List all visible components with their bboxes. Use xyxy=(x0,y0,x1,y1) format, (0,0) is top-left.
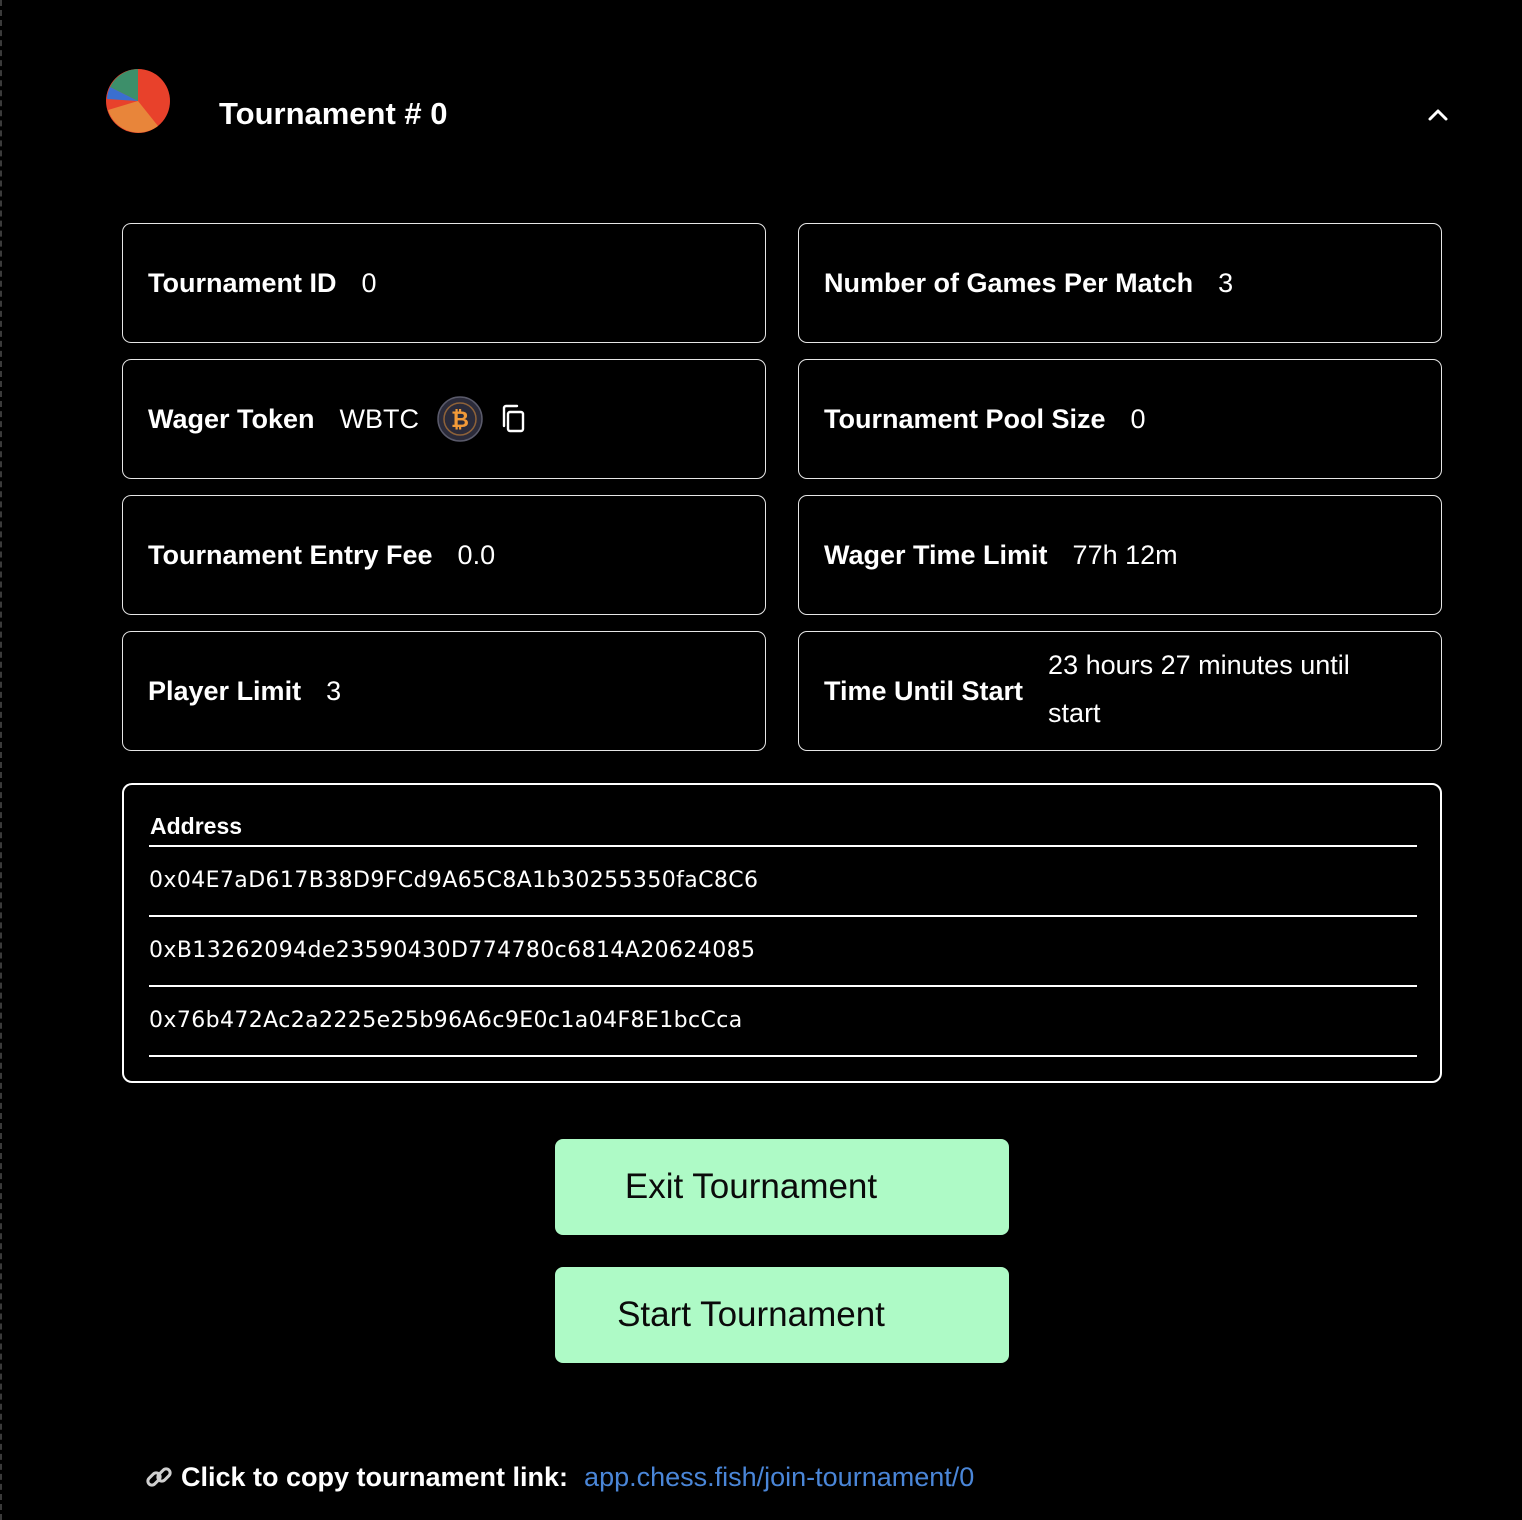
time-until-start-card: Time Until Start 23 hours 27 minutes unt… xyxy=(798,631,1442,751)
page-title: Tournament # 0 xyxy=(219,96,448,131)
pool-size-card: Tournament Pool Size 0 xyxy=(798,359,1442,479)
start-tournament-button[interactable]: Start Tournament xyxy=(555,1267,1009,1363)
copy-icon[interactable] xyxy=(499,404,527,434)
wager-token-label: Wager Token xyxy=(148,403,315,434)
start-tournament-label: Start Tournament xyxy=(617,1295,885,1334)
link-icon xyxy=(146,1467,172,1487)
pool-size-label: Tournament Pool Size xyxy=(824,403,1106,434)
entry-fee-value: 0.0 xyxy=(457,539,496,570)
tournament-id-label: Tournament ID xyxy=(148,267,337,298)
exit-tournament-label: Exit Tournament xyxy=(624,1167,878,1206)
address-column-header: Address xyxy=(150,813,243,839)
tournament-header[interactable]: Tournament # 0 xyxy=(0,0,1522,200)
bitcoin-icon: ₿ xyxy=(437,396,483,442)
players-table: Address 0x04E7aD617B38D9FCd9A65C8A1b3025… xyxy=(122,783,1442,1083)
table-row: 0xB13262094de23590430D774780c6814A206240… xyxy=(149,917,1417,987)
chevron-up-icon[interactable] xyxy=(1420,98,1456,132)
player-limit-value: 3 xyxy=(326,675,342,706)
wager-time-limit-label: Wager Time Limit xyxy=(824,539,1048,570)
player-address: 0xB13262094de23590430D774780c6814A206240… xyxy=(149,938,756,963)
exit-tournament-button[interactable]: Exit Tournament xyxy=(555,1139,1009,1235)
left-border xyxy=(0,0,2,1520)
time-until-start-label: Time Until Start xyxy=(824,675,1024,706)
tournament-link[interactable]: app.chess.fish/join-tournament/0 xyxy=(584,1462,974,1493)
table-row: 0x76b472Ac2a2225e25b96A6c9E0c1a04F8E1bcC… xyxy=(149,987,1417,1057)
tournament-id-card: Tournament ID 0 xyxy=(122,223,766,343)
pool-size-value: 0 xyxy=(1130,403,1146,434)
table-row: 0x04E7aD617B38D9FCd9A65C8A1b30255350faC8… xyxy=(149,847,1417,917)
wager-token-card: Wager Token WBTC ₿ xyxy=(122,359,766,479)
games-per-match-label: Number of Games Per Match xyxy=(824,267,1194,298)
entry-fee-label: Tournament Entry Fee xyxy=(148,539,433,570)
wager-time-limit-value: 77h 12m xyxy=(1072,539,1178,570)
svg-text:₿: ₿ xyxy=(451,408,469,433)
player-address: 0x76b472Ac2a2225e25b96A6c9E0c1a04F8E1bcC… xyxy=(149,1008,743,1033)
games-per-match-value: 3 xyxy=(1218,267,1234,298)
games-per-match-card: Number of Games Per Match 3 xyxy=(798,223,1442,343)
player-address: 0x04E7aD617B38D9FCd9A65C8A1b30255350faC8… xyxy=(149,868,759,893)
player-limit-label: Player Limit xyxy=(148,675,302,706)
tournament-avatar xyxy=(106,69,170,133)
copy-link-label: Click to copy tournament link: xyxy=(181,1461,569,1492)
wager-time-limit-card: Wager Time Limit 77h 12m xyxy=(798,495,1442,615)
copy-link-row[interactable]: Click to copy tournament link: app.chess… xyxy=(144,1457,974,1497)
time-until-start-value: 23 hours 27 minutes until start xyxy=(1048,650,1350,728)
tournament-id-value: 0 xyxy=(361,267,377,298)
entry-fee-card: Tournament Entry Fee 0.0 xyxy=(122,495,766,615)
wager-token-value: WBTC xyxy=(339,403,420,434)
player-limit-card: Player Limit 3 xyxy=(122,631,766,751)
